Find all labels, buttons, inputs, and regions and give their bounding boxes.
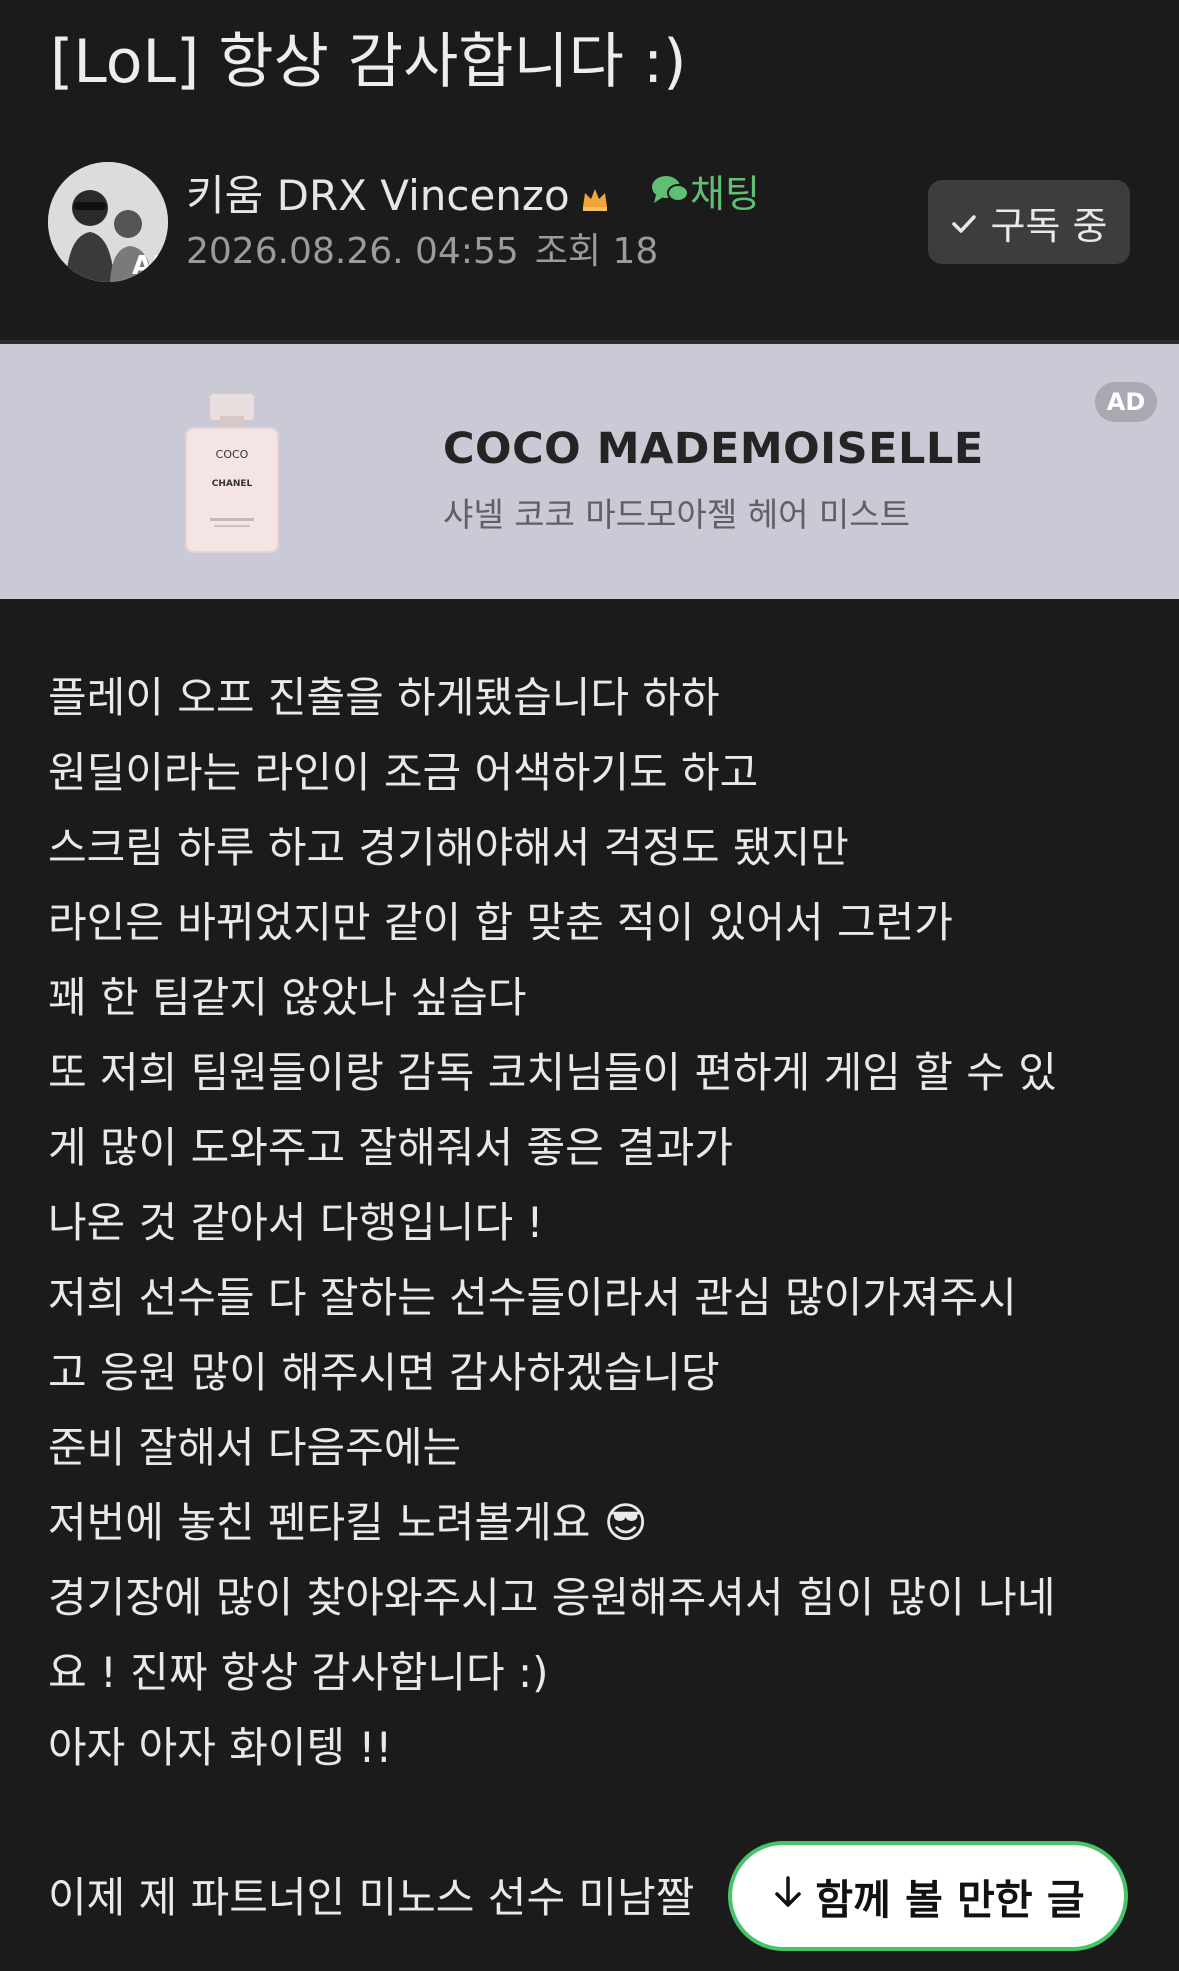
svg-text:CHANEL: CHANEL xyxy=(212,479,253,489)
author-name-text: 키움 DRX Vincenzo xyxy=(186,171,570,220)
body-line: 경기장에 많이 찾아와주시고 응원해주셔서 힘이 많이 나네 xyxy=(48,1573,1056,1622)
ad-banner[interactable]: COCO CHANEL COCO MADEMOISELLE 샤넬 코코 마드모아… xyxy=(0,344,1179,599)
body-line: 저번에 놓친 펜타킬 노려볼게요 😎 xyxy=(48,1498,648,1547)
body-line: 고 응원 많이 해주시면 감사하겠습니당 xyxy=(48,1348,720,1397)
author-name[interactable]: 키움 DRX Vincenzo xyxy=(186,170,610,225)
body-line: 요 ! 진짜 항상 감사합니다 :) xyxy=(48,1648,549,1697)
subscribe-label: 구독 중 xyxy=(990,203,1108,248)
body-line: 또 저희 팀원들이랑 감독 코치님들이 편하게 게임 할 수 있 xyxy=(48,1048,1057,1097)
body-line: 게 많이 도와주고 잘해줘서 좋은 결과가 xyxy=(48,1123,733,1172)
perfume-bottle-image: COCO CHANEL xyxy=(182,394,282,558)
related-posts-label: 함께 볼 만한 글 xyxy=(815,1876,1085,1924)
ad-title: COCO MADEMOISELLE xyxy=(443,424,984,474)
post-date: 2026.08.26. 04:55 xyxy=(186,231,519,272)
crown-icon xyxy=(580,173,610,225)
body-line: 나온 것 같아서 다행입니다 ! xyxy=(48,1198,544,1247)
related-posts-button[interactable]: 함께 볼 만한 글 xyxy=(728,1841,1128,1951)
post-title: [LoL] 항상 감사합니다 :) xyxy=(50,27,687,97)
post-meta: 2026.08.26. 04:55 조회 18 xyxy=(186,228,658,276)
arrow-down-icon xyxy=(771,1872,805,1920)
body-line: 플레이 오프 진출을 하게됐습니다 하하 xyxy=(48,673,720,722)
svg-text:COCO: COCO xyxy=(216,448,249,461)
body-line: 라인은 바뀌었지만 같이 합 맞춘 적이 있어서 그런가 xyxy=(48,898,953,947)
svg-text:AI: AI xyxy=(132,251,162,281)
ad-subtitle: 샤넬 코코 마드모아젤 헤어 미스트 xyxy=(443,495,910,534)
body-line: 원딜이라는 라인이 조금 어색하기도 하고 xyxy=(48,748,759,797)
author-row: AI 키움 DRX Vincenzo 채팅 2026.08.26. 04:55 조… xyxy=(48,160,1138,285)
subscribe-button[interactable]: 구독 중 xyxy=(928,180,1130,264)
body-line: 준비 잘해서 다음주에는 xyxy=(48,1423,462,1472)
ad-badge: AD xyxy=(1095,382,1157,422)
body-line: 스크림 하루 하고 경기해야해서 걱정도 됐지만 xyxy=(48,823,849,872)
body-line: 아자 아자 화이텡 !! xyxy=(48,1723,393,1772)
body-line: 저희 선수들 다 잘하는 선수들이라서 관심 많이가져주시 xyxy=(48,1273,1017,1322)
chat-bubble-icon xyxy=(650,168,690,220)
chat-label: 채팅 xyxy=(690,172,760,216)
check-icon xyxy=(951,200,977,244)
body-line: 꽤 한 팀같지 않았나 싶습다 xyxy=(48,973,527,1022)
author-avatar[interactable]: AI xyxy=(48,162,168,282)
view-count: 조회 18 xyxy=(534,231,659,272)
chat-link[interactable]: 채팅 xyxy=(650,168,760,220)
post-body: 플레이 오프 진출을 하게됐습니다 하하 원딜이라는 라인이 조금 어색하기도 … xyxy=(48,660,1138,1935)
avatar-photo-icon: AI xyxy=(48,162,168,282)
